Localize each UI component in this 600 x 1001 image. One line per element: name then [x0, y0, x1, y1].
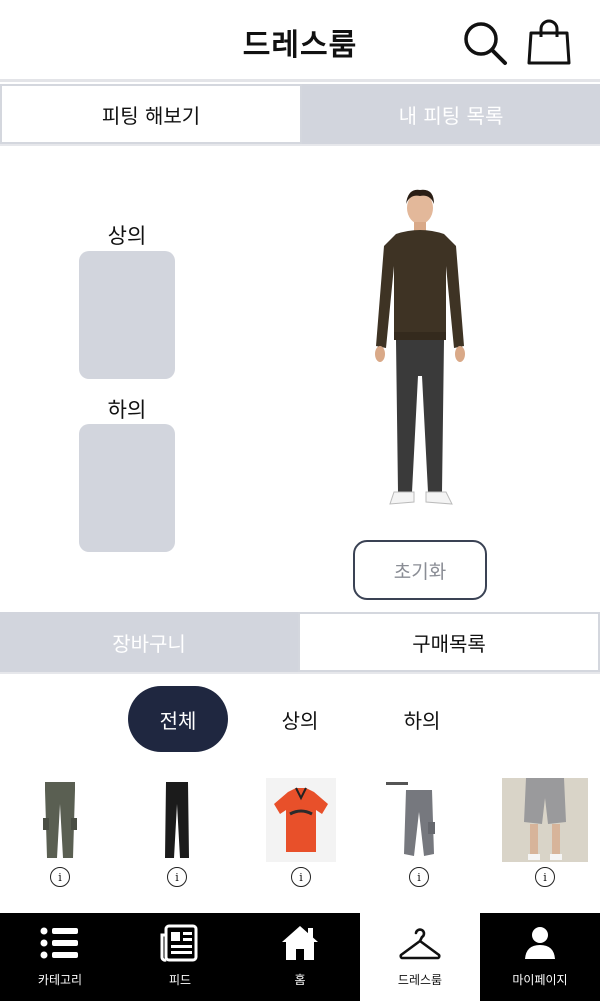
- product-item[interactable]: i: [25, 778, 95, 890]
- tab-my-fitting-list[interactable]: 내 피팅 목록: [302, 84, 600, 144]
- product-item[interactable]: i: [142, 778, 212, 890]
- product-list: i i i i i: [0, 778, 600, 890]
- page-title: 드레스룸: [242, 28, 358, 63]
- cargo-pants-thumbnail[interactable]: [25, 778, 95, 862]
- product-item[interactable]: i: [266, 778, 336, 890]
- hanger-icon: [399, 928, 441, 960]
- tab-label: 내 피팅 목록: [398, 103, 504, 128]
- bottom-slot-label: 하의: [107, 398, 147, 422]
- tab-try-fitting[interactable]: 피팅 해보기: [0, 84, 302, 144]
- newspaper-icon: [160, 924, 198, 962]
- tab-label: 장바구니: [112, 631, 186, 656]
- tab-cart[interactable]: 장바구니: [0, 612, 298, 672]
- product-info-button[interactable]: i: [291, 867, 311, 887]
- tab-purchase-history[interactable]: 구매목록: [298, 612, 600, 672]
- top-clothing-slot[interactable]: [79, 251, 175, 379]
- search-icon[interactable]: [462, 20, 508, 66]
- jogger-pants-thumbnail[interactable]: [384, 778, 454, 862]
- nav-label: 피드: [168, 973, 192, 987]
- nav-label: 카테고리: [37, 973, 83, 987]
- product-info-button[interactable]: i: [50, 867, 70, 887]
- filter-tops[interactable]: 상의: [250, 686, 350, 752]
- filter-bottoms[interactable]: 하의: [372, 686, 472, 752]
- nav-mypage[interactable]: 마이페이지: [480, 913, 600, 1001]
- home-icon: [282, 926, 318, 960]
- category-filters: 전체 상의 하의: [0, 686, 600, 752]
- product-info-button[interactable]: i: [409, 867, 429, 887]
- bottom-navigation: 카테고리 피드 홈 드레스룸 마이페이지: [0, 913, 600, 1001]
- fitting-model-image: [375, 189, 465, 505]
- reset-button[interactable]: 초기화: [353, 540, 487, 600]
- nav-dressroom[interactable]: 드레스룸: [360, 913, 480, 1001]
- baseball-jersey-thumbnail[interactable]: [266, 778, 336, 862]
- nav-label: 홈: [294, 973, 306, 987]
- nav-label: 드레스룸: [397, 973, 443, 987]
- app-header: 드레스룸: [0, 0, 600, 82]
- user-icon: [525, 927, 555, 959]
- bottom-clothing-slot[interactable]: [79, 424, 175, 552]
- tab-label: 피팅 해보기: [101, 103, 201, 128]
- list-icon: [40, 927, 78, 959]
- nav-feed[interactable]: 피드: [120, 913, 240, 1001]
- filter-all[interactable]: 전체: [128, 686, 228, 752]
- nav-label: 마이페이지: [512, 973, 568, 987]
- product-item[interactable]: i: [384, 778, 454, 890]
- product-item[interactable]: i: [502, 778, 588, 890]
- list-tabs: 장바구니 구매목록: [0, 612, 600, 674]
- product-info-button[interactable]: i: [167, 867, 187, 887]
- black-pants-thumbnail[interactable]: [142, 778, 212, 862]
- shopping-bag-icon[interactable]: [526, 18, 572, 66]
- tab-label: 구매목록: [412, 631, 486, 656]
- fitting-tabs: 피팅 해보기 내 피팅 목록: [0, 84, 600, 146]
- product-info-button[interactable]: i: [535, 867, 555, 887]
- shorts-thumbnail[interactable]: [502, 778, 588, 862]
- nav-category[interactable]: 카테고리: [0, 913, 120, 1001]
- nav-home[interactable]: 홈: [240, 913, 360, 1001]
- top-slot-label: 상의: [107, 224, 147, 248]
